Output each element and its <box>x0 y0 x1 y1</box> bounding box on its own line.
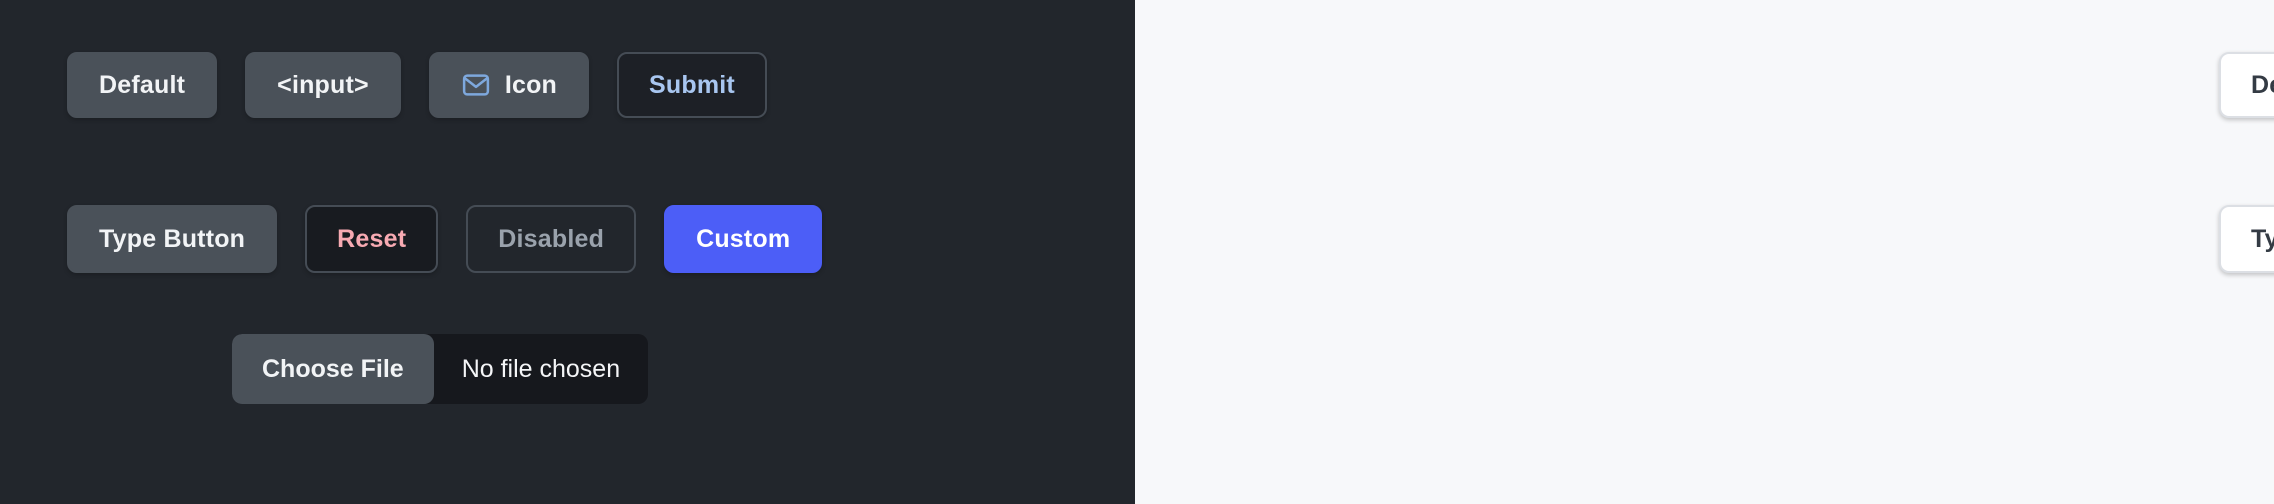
file-input[interactable]: Choose File No file chosen <box>232 334 649 404</box>
dark-button-row-2: Type Button Reset Disabled Custom <box>67 205 823 273</box>
light-button-row-2: Type Button Reset Disabled Custom <box>2219 205 2274 273</box>
dark-theme-panel: Default <input> Icon Submit Type Button … <box>0 0 1135 504</box>
default-button[interactable]: Default <box>2219 52 2274 118</box>
icon-button[interactable]: Icon <box>428 52 590 118</box>
light-theme-panel: Default <input> Icon Submit Type Button … <box>1135 0 2274 504</box>
choose-file-button-label: Choose File <box>262 354 404 383</box>
custom-button[interactable]: Custom <box>664 205 823 273</box>
default-button-label: Default <box>2251 70 2274 99</box>
submit-button[interactable]: Submit <box>617 52 767 118</box>
light-button-row-1: Default <input> Icon Submit <box>2219 52 2274 118</box>
mail-icon <box>461 70 491 100</box>
disabled-button-label: Disabled <box>498 224 605 253</box>
file-status-label: No file chosen <box>461 354 621 383</box>
dark-file-input-row: Choose File No file chosen <box>232 334 649 404</box>
default-button[interactable]: Default <box>67 52 218 118</box>
type-button-label: Type Button <box>99 224 246 253</box>
submit-button-label: Submit <box>649 70 735 99</box>
input-button[interactable]: <input> <box>245 52 401 118</box>
reset-button[interactable]: Reset <box>305 205 439 273</box>
disabled-button: Disabled <box>466 205 637 273</box>
icon-button-label: Icon <box>504 70 558 99</box>
reset-button-label: Reset <box>337 224 407 253</box>
input-button-label: <input> <box>277 70 369 99</box>
type-button[interactable]: Type Button <box>2219 205 2274 273</box>
type-button[interactable]: Type Button <box>67 205 278 273</box>
custom-button-label: Custom <box>696 224 791 253</box>
default-button-label: Default <box>99 70 186 99</box>
dark-button-row-1: Default <input> Icon Submit <box>67 52 767 118</box>
type-button-label: Type Button <box>2251 224 2274 253</box>
choose-file-button[interactable]: Choose File <box>232 334 434 404</box>
